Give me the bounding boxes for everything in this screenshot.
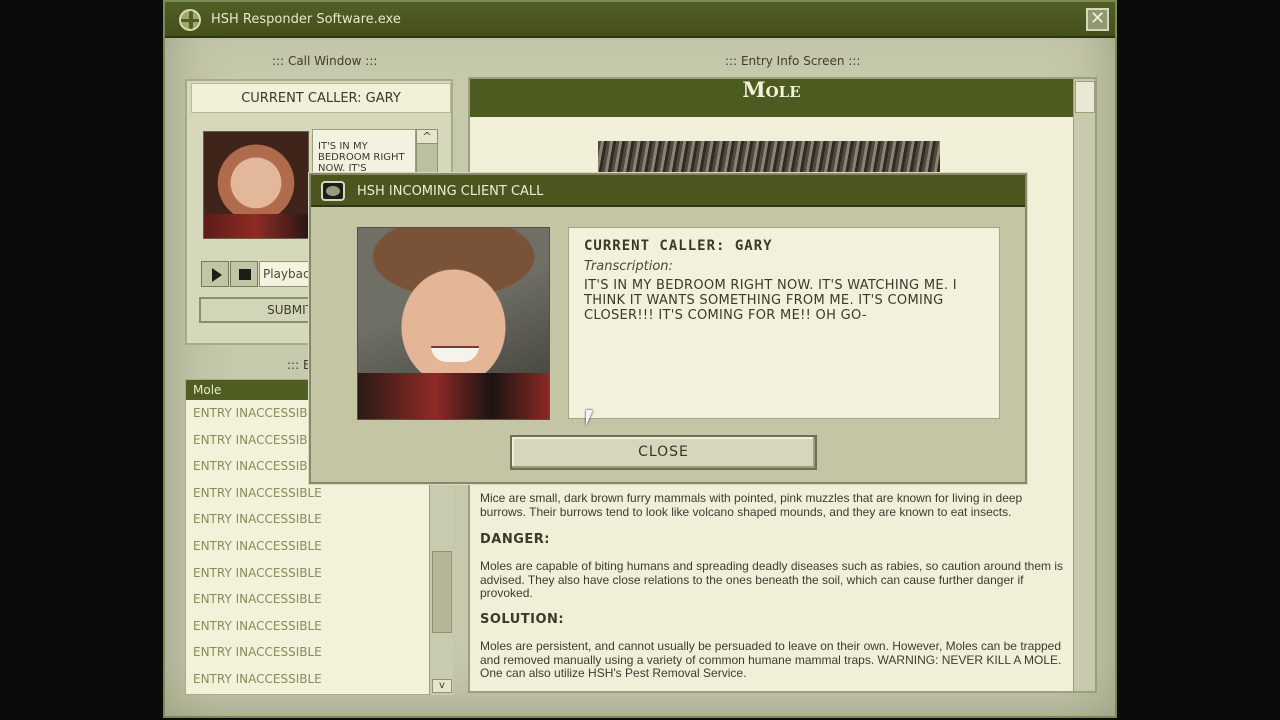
stop-button[interactable] — [230, 261, 258, 287]
entry-info-label: ::: Entry Info Screen ::: — [725, 54, 861, 68]
scroll-thumb[interactable] — [1075, 81, 1095, 113]
danger-text: Moles are capable of biting humans and s… — [480, 559, 1064, 600]
current-caller-box: CURRENT CALLER: GARY — [191, 83, 451, 113]
window-title: HSH Responder Software.exe — [211, 12, 401, 27]
scroll-thumb[interactable] — [432, 551, 452, 633]
list-item[interactable]: ENTRY INACCESSIBLE — [186, 613, 452, 640]
entry-description: Mice are small, dark brown furry mammals… — [480, 491, 1023, 519]
call-preview-text: IT'S IN MY BEDROOM RIGHT NOW. IT'S — [312, 129, 416, 179]
scroll-up-icon[interactable]: ^ — [417, 130, 437, 144]
window-close-button[interactable]: ✕ — [1086, 8, 1109, 31]
transcription-box: CURRENT CALLER: GARY Transcription: IT'S… — [568, 227, 1000, 419]
preview-scrollbar[interactable]: ^ — [416, 129, 438, 179]
caller-smile — [431, 346, 479, 362]
scroll-down-icon[interactable]: v — [432, 679, 452, 693]
entry-info-scrollbar[interactable] — [1073, 79, 1095, 691]
list-item[interactable]: ENTRY INACCESSIBLE — [186, 666, 452, 693]
submit-button[interactable]: SUBMIT — [199, 297, 319, 323]
call-window-label: ::: Call Window ::: — [272, 54, 378, 68]
dialog-current-caller: CURRENT CALLER: GARY — [584, 238, 773, 254]
list-item[interactable]: ENTRY INACCESSIBLE — [186, 586, 452, 613]
solution-text: Moles are persistent, and cannot usually… — [480, 639, 1062, 680]
dialog-title: HSH INCOMING CLIENT CALL — [357, 184, 544, 199]
globe-icon — [179, 9, 201, 31]
title-bar: HSH Responder Software.exe ✕ — [165, 2, 1115, 38]
list-item[interactable]: ENTRY INACCESSIBLE — [186, 506, 452, 533]
danger-heading: DANGER: — [480, 532, 550, 547]
caller-portrait — [357, 227, 550, 420]
telephone-icon — [321, 181, 345, 201]
transcription-label: Transcription: — [584, 259, 673, 274]
play-button[interactable] — [201, 261, 229, 287]
caller-thumbnail — [203, 131, 309, 239]
incoming-call-dialog: HSH INCOMING CLIENT CALL CURRENT CALLER:… — [309, 173, 1027, 484]
dialog-title-bar: HSH INCOMING CLIENT CALL — [311, 175, 1025, 207]
transcription-text: IT'S IN MY BEDROOM RIGHT NOW. IT'S WATCH… — [584, 278, 957, 323]
list-item[interactable]: ENTRY INACCESSIBLE — [186, 560, 452, 587]
mouse-cursor-icon — [586, 410, 593, 426]
entry-title: Mole — [470, 79, 1073, 117]
close-button[interactable]: CLOSE — [510, 435, 817, 470]
solution-heading: SOLUTION: — [480, 612, 565, 627]
list-item[interactable]: ENTRY INACCESSIBLE — [186, 639, 452, 666]
list-item[interactable]: ENTRY INACCESSIBLE — [186, 533, 452, 560]
